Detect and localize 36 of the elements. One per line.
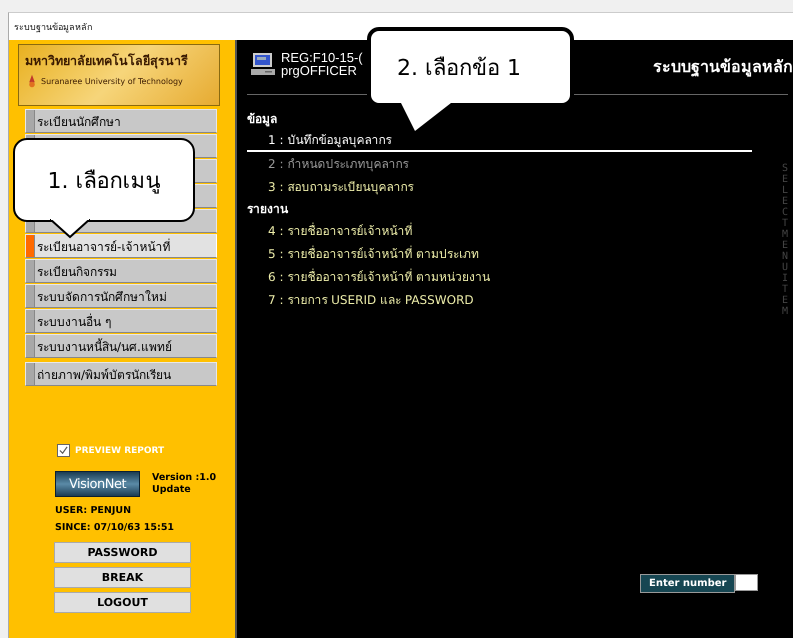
university-logo-banner: มหาวิทยาลัยเทคโนโลยีสุรนารี Suranaree University of Technology bbox=[18, 44, 220, 106]
version-text: Version :1.0 bbox=[152, 472, 216, 484]
menu-option[interactable]: 5 : รายชื่ออาจารย์เจ้าหน้าที่ ตามประเภท bbox=[247, 242, 752, 265]
sidebar-menu-item[interactable]: ถ่ายภาพ/พิมพ์บัตรนักเรียน bbox=[25, 362, 217, 386]
menu-option[interactable]: 1 : บันทึกข้อมูลบุคลากร bbox=[247, 129, 752, 152]
preview-checkbox[interactable] bbox=[57, 444, 70, 457]
preview-report-label: PREVIEW REPORT bbox=[75, 446, 164, 456]
menu-option[interactable]: 6 : รายชื่ออาจารย์เจ้าหน้าที่ ตามหน่วยงาน bbox=[247, 265, 752, 288]
program-name-text: prgOFFICER bbox=[281, 64, 357, 77]
select-menu-item-caption: SELECT MENU ITEM bbox=[780, 163, 790, 319]
sidebar-menu-item[interactable]: ระเบียนนักศึกษา bbox=[25, 109, 217, 133]
callout-pointer bbox=[401, 103, 451, 133]
callout-pointer bbox=[50, 219, 90, 239]
menu-option[interactable]: 4 : รายชื่ออาจารย์เจ้าหน้าที่ bbox=[247, 219, 752, 242]
window-title: ระบบฐานข้อมูลหลัก bbox=[14, 22, 92, 34]
visionnet-logo: VisionNet bbox=[55, 471, 140, 497]
sidebar-menu-item[interactable]: ระบบงานอื่น ๆ bbox=[25, 309, 217, 333]
computer-icon bbox=[250, 52, 276, 76]
sidebar-button[interactable]: LOGOUT bbox=[54, 592, 191, 613]
since-text: SINCE: 07/10/63 15:51 bbox=[55, 522, 176, 533]
user-text: USER: PENJUN bbox=[55, 505, 132, 516]
section-heading: ข้อมูล bbox=[247, 111, 277, 128]
menu-option[interactable]: 7 : รายการ USERID และ PASSWORD bbox=[247, 288, 752, 311]
sidebar-button[interactable]: BREAK bbox=[54, 567, 191, 588]
number-input-field[interactable] bbox=[735, 574, 758, 591]
sidebar-menu-item[interactable]: ระบบจัดการนักศึกษาใหม่ bbox=[25, 284, 217, 308]
sidebar-button[interactable]: PASSWORD bbox=[54, 542, 191, 563]
form-id-text: REG:F10-15-( bbox=[281, 51, 363, 64]
update-text: Update bbox=[152, 484, 192, 496]
sidebar-menu-item[interactable]: ระบบงานหนี้สิน/นศ.แพทย์ bbox=[25, 334, 217, 358]
sidebar-menu-item[interactable]: ระเบียนอาจารย์-เจ้าหน้าที่ bbox=[25, 234, 217, 258]
system-title: ระบบฐานข้อมูลหลัก bbox=[653, 56, 793, 79]
enter-number-label: Enter number bbox=[640, 574, 736, 593]
menu-option[interactable]: 3 : สอบถามระเบียนบุคลากร bbox=[247, 175, 752, 198]
sidebar-menu-item[interactable]: ระเบียนกิจกรรม bbox=[25, 259, 217, 283]
section-heading: รายงาน bbox=[247, 201, 288, 218]
